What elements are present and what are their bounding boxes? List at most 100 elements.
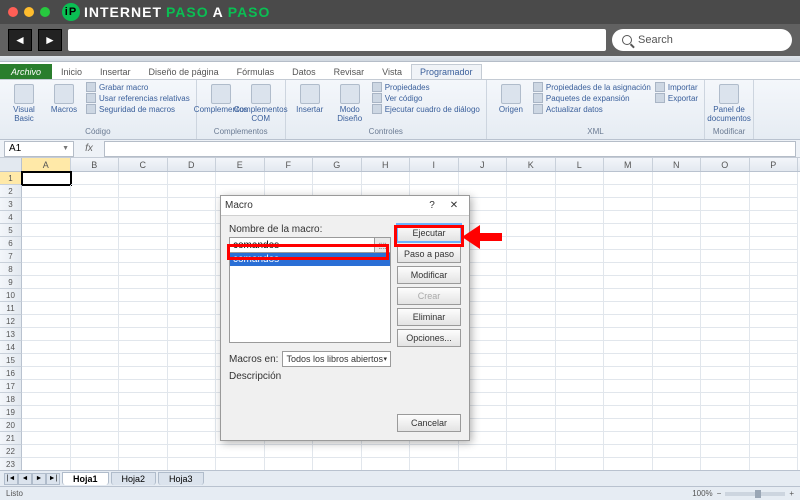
cell[interactable] [22, 289, 71, 302]
cell[interactable] [168, 198, 217, 211]
cell[interactable] [22, 432, 71, 445]
cell[interactable] [119, 328, 168, 341]
row-header[interactable]: 9 [0, 276, 22, 289]
actualizar-datos-button[interactable]: Actualizar datos [533, 104, 651, 114]
cell[interactable] [556, 354, 605, 367]
col-header-c[interactable]: C [119, 158, 168, 171]
cell[interactable] [71, 328, 120, 341]
cell[interactable] [750, 406, 799, 419]
cell[interactable] [168, 367, 217, 380]
zoom-minus-icon[interactable]: − [717, 489, 722, 498]
cell[interactable] [168, 380, 217, 393]
cell[interactable] [653, 419, 702, 432]
cell[interactable] [22, 380, 71, 393]
row-header[interactable]: 20 [0, 419, 22, 432]
cell[interactable] [604, 419, 653, 432]
cell[interactable] [604, 406, 653, 419]
cell[interactable] [750, 367, 799, 380]
cell[interactable] [653, 172, 702, 185]
cell[interactable] [507, 224, 556, 237]
cell[interactable] [750, 302, 799, 315]
cell[interactable] [604, 250, 653, 263]
row-header[interactable]: 5 [0, 224, 22, 237]
cell[interactable] [168, 250, 217, 263]
cell[interactable] [701, 393, 750, 406]
tab-inicio[interactable]: Inicio [52, 64, 91, 79]
row-header[interactable]: 3 [0, 198, 22, 211]
cell[interactable] [410, 172, 459, 185]
col-header-l[interactable]: L [556, 158, 605, 171]
macros-button[interactable]: Macros [46, 82, 82, 116]
cell[interactable] [22, 276, 71, 289]
cell[interactable] [556, 406, 605, 419]
name-box[interactable]: A1 ▼ [4, 141, 74, 157]
cell[interactable] [604, 328, 653, 341]
cell[interactable] [556, 211, 605, 224]
cell[interactable] [22, 302, 71, 315]
cell[interactable] [701, 367, 750, 380]
tab-datos[interactable]: Datos [283, 64, 325, 79]
cell[interactable] [604, 289, 653, 302]
cell[interactable] [556, 380, 605, 393]
cell[interactable] [168, 211, 217, 224]
cell[interactable] [168, 185, 217, 198]
cell[interactable] [71, 393, 120, 406]
eliminar-button[interactable]: Eliminar [397, 308, 461, 326]
sheet-nav-next[interactable]: ► [32, 473, 46, 485]
row-header[interactable]: 15 [0, 354, 22, 367]
importar-button[interactable]: Importar [655, 82, 698, 92]
cell[interactable] [750, 224, 799, 237]
cell[interactable] [168, 302, 217, 315]
cell[interactable] [750, 315, 799, 328]
cell[interactable] [459, 445, 508, 458]
cell[interactable] [653, 224, 702, 237]
cell[interactable] [22, 445, 71, 458]
cell[interactable] [71, 315, 120, 328]
cell[interactable] [701, 302, 750, 315]
cell[interactable] [653, 367, 702, 380]
cell[interactable] [168, 172, 217, 185]
cell[interactable] [119, 315, 168, 328]
row-header[interactable]: 2 [0, 185, 22, 198]
cell[interactable] [507, 172, 556, 185]
cell[interactable] [556, 276, 605, 289]
cell[interactable] [701, 380, 750, 393]
dialog-help-button[interactable]: ? [421, 198, 443, 214]
select-all-corner[interactable] [0, 158, 22, 171]
cell[interactable] [507, 289, 556, 302]
col-header-o[interactable]: O [701, 158, 750, 171]
cell[interactable] [750, 276, 799, 289]
row-header[interactable]: 11 [0, 302, 22, 315]
cell[interactable] [71, 289, 120, 302]
row-header[interactable]: 21 [0, 432, 22, 445]
cell[interactable] [119, 302, 168, 315]
cell[interactable] [653, 354, 702, 367]
cell[interactable] [556, 393, 605, 406]
cell[interactable] [362, 172, 411, 185]
cell[interactable] [168, 419, 217, 432]
cell[interactable] [22, 406, 71, 419]
sheet-nav-prev[interactable]: ◄ [18, 473, 32, 485]
visual-basic-button[interactable]: Visual Basic [6, 82, 42, 125]
col-header-e[interactable]: E [216, 158, 265, 171]
cell[interactable] [604, 211, 653, 224]
prop-asignacion-button[interactable]: Propiedades de la asignación [533, 82, 651, 92]
nav-back-button[interactable]: ◄ [8, 29, 32, 51]
cell[interactable] [701, 289, 750, 302]
cell[interactable] [410, 445, 459, 458]
cell[interactable] [701, 172, 750, 185]
cell[interactable] [507, 341, 556, 354]
sheet-nav-last[interactable]: ►| [46, 473, 60, 485]
cell[interactable] [22, 328, 71, 341]
grabar-macro-button[interactable]: Grabar macro [86, 82, 190, 92]
cell[interactable] [750, 198, 799, 211]
cell[interactable] [556, 237, 605, 250]
cell[interactable] [119, 354, 168, 367]
cell[interactable] [507, 250, 556, 263]
cell[interactable] [119, 211, 168, 224]
cell[interactable] [701, 328, 750, 341]
col-header-p[interactable]: P [750, 158, 799, 171]
cell[interactable] [653, 302, 702, 315]
cell[interactable] [701, 406, 750, 419]
cell[interactable] [507, 354, 556, 367]
